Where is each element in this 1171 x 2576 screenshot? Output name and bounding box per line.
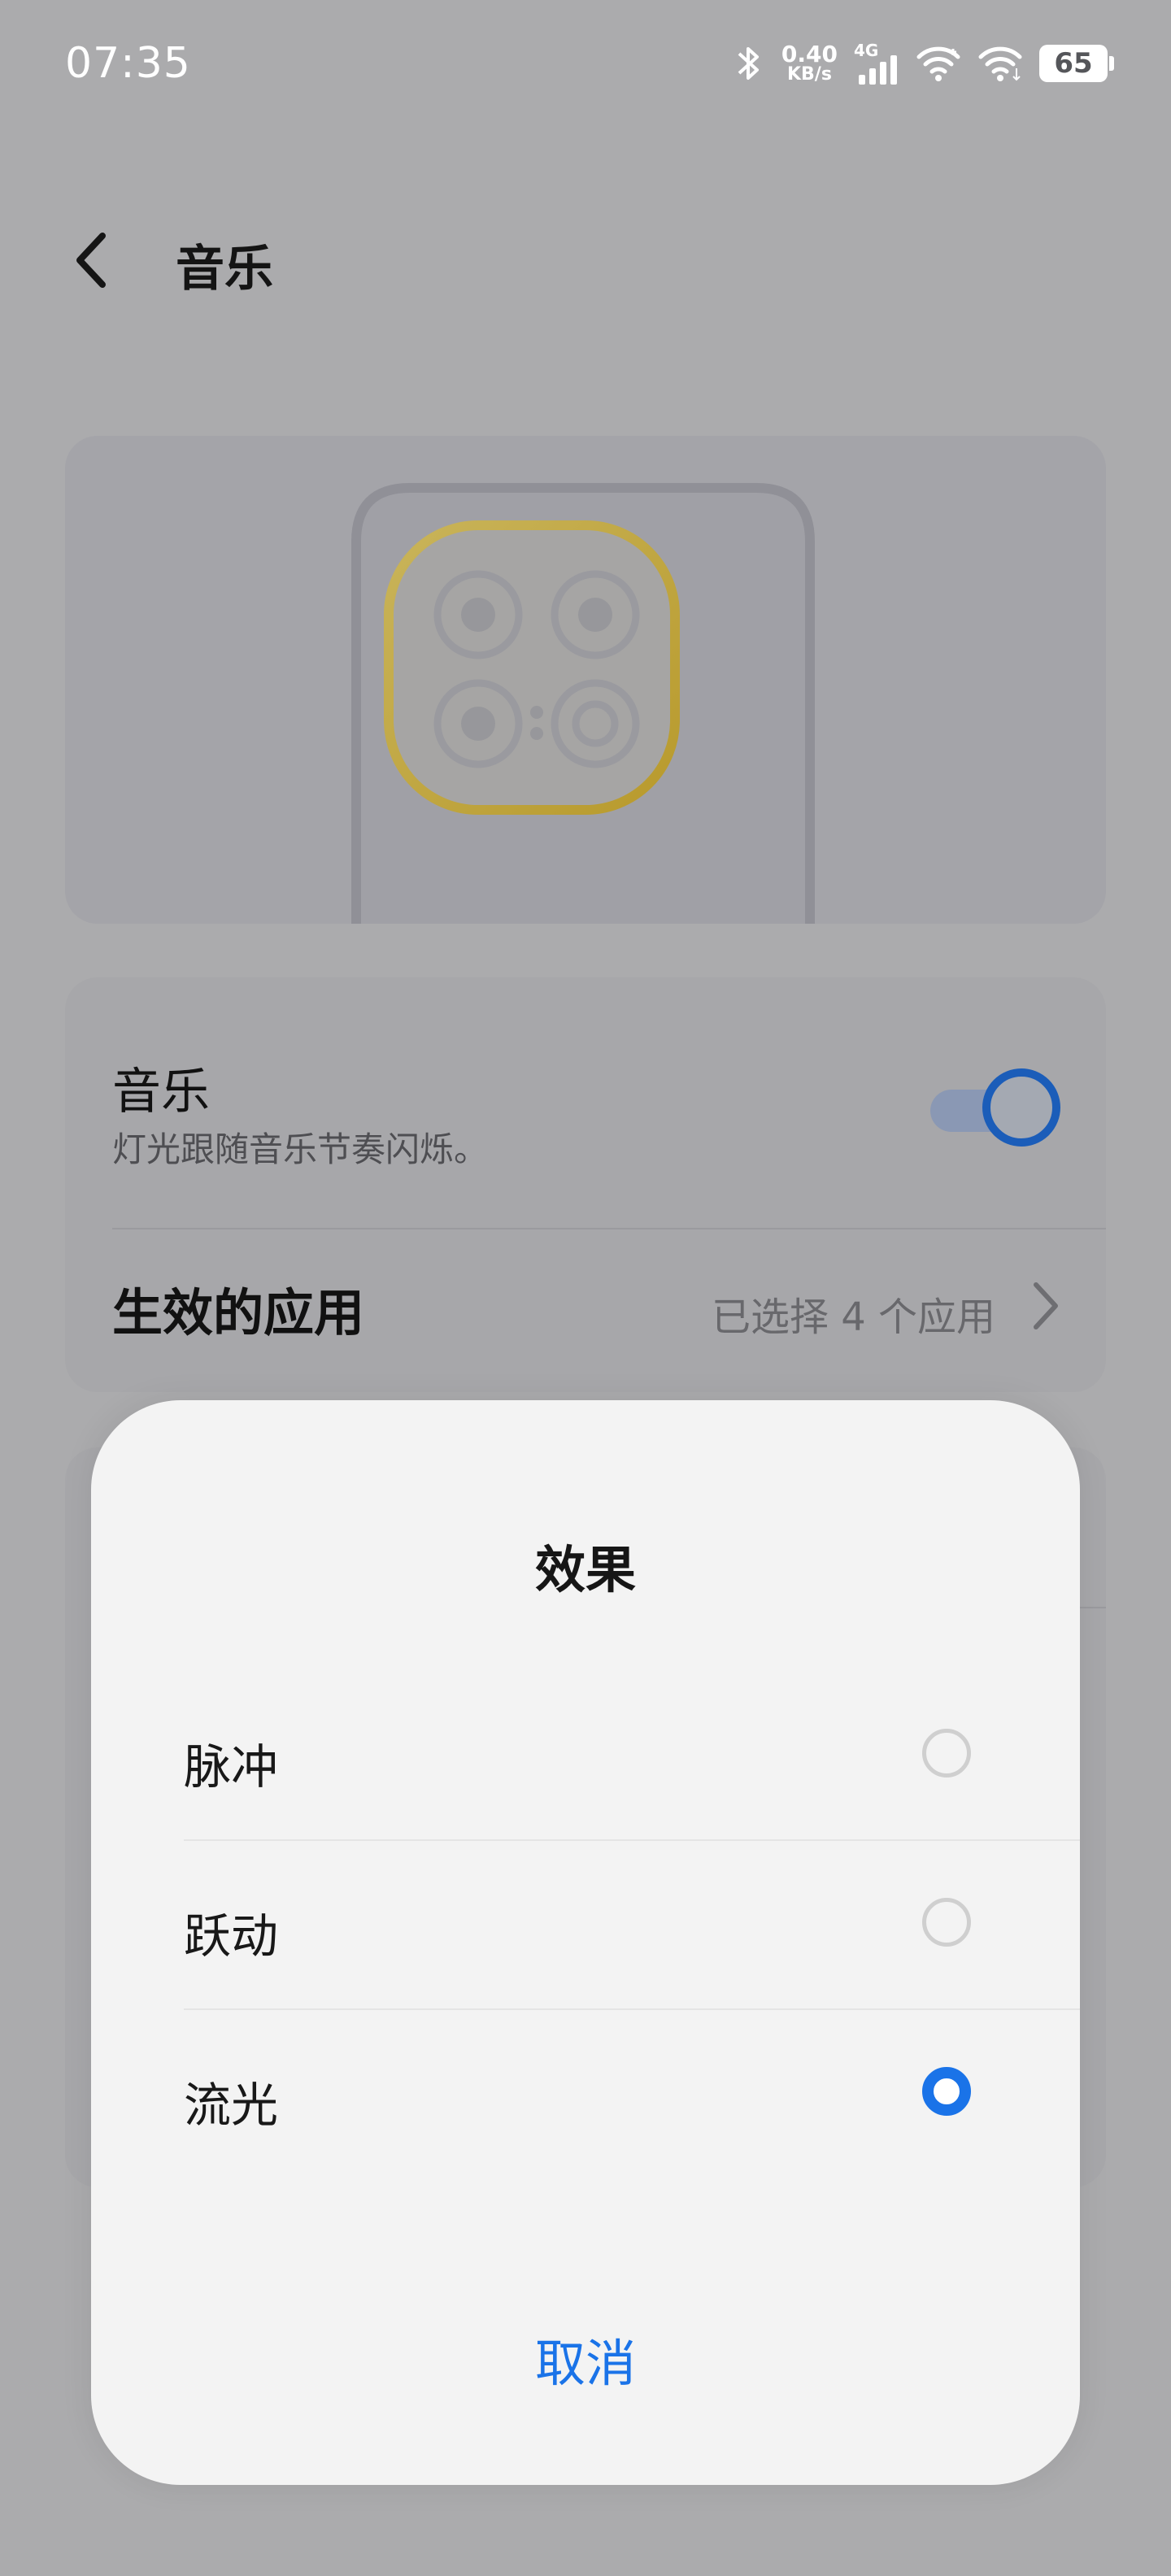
- radio-button[interactable]: [922, 1898, 971, 1947]
- divider: [184, 2008, 1080, 2010]
- option-label: 脉冲: [184, 1739, 279, 1795]
- speed-unit: KB/s: [786, 64, 832, 85]
- back-arrow-icon[interactable]: [65, 228, 124, 293]
- radio-button-selected[interactable]: [922, 2067, 971, 2116]
- chevron-right-icon[interactable]: [1030, 1280, 1062, 1332]
- effective-apps-title[interactable]: 生效的应用: [112, 1272, 364, 1345]
- phone-preview: [65, 436, 1106, 924]
- dialog-title: 效果: [534, 1540, 636, 1599]
- option-label: 流光: [184, 2078, 279, 2133]
- toggle-knob: [982, 1068, 1060, 1147]
- option-streamer[interactable]: 流光: [91, 2013, 1080, 2182]
- page-title: 音乐: [176, 241, 273, 298]
- divider: [112, 1228, 1106, 1229]
- bluetooth-icon: [738, 47, 759, 80]
- music-settings-card: 音乐 灯光跟随音乐节奏闪烁。 生效的应用 已选择 4 个应用: [65, 977, 1106, 1392]
- speed-value: 0.40: [781, 41, 838, 67]
- divider: [184, 1839, 1080, 1841]
- wifi-icon: [916, 46, 960, 81]
- music-toggle-subtitle: 灯光跟随音乐节奏闪烁。: [112, 1129, 489, 1169]
- radio-button[interactable]: [922, 1729, 971, 1778]
- music-toggle-switch[interactable]: [930, 1068, 1060, 1147]
- network-speed: 0.40 KB/s: [781, 43, 838, 84]
- option-pulse[interactable]: 脉冲: [91, 1675, 1080, 1844]
- cancel-button[interactable]: 取消: [91, 2322, 1080, 2395]
- cell-signal-icon: 4G: [854, 41, 899, 85]
- effective-apps-value[interactable]: 已选择 4 个应用: [712, 1285, 995, 1342]
- option-bounce[interactable]: 跃动: [91, 1844, 1080, 2013]
- battery-indicator: 65: [1039, 45, 1114, 82]
- music-toggle-title: 音乐: [112, 1064, 210, 1120]
- phone-camera-illustration: [351, 483, 815, 924]
- wifi-icon: [978, 46, 1022, 81]
- status-icons: 0.40 KB/s 4G 65: [733, 41, 1114, 85]
- status-time: 07:35: [65, 39, 191, 88]
- option-label: 跃动: [184, 1908, 279, 1964]
- effect-dialog: 效果 脉冲 跃动 流光 取消: [91, 1400, 1080, 2485]
